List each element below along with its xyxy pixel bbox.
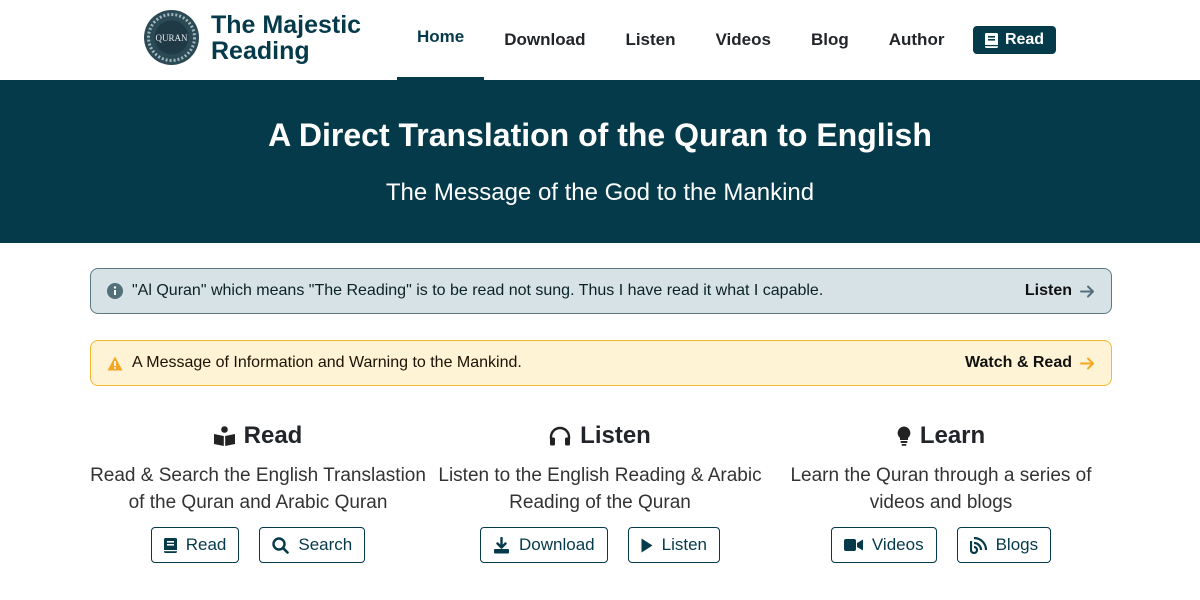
- nav-author[interactable]: Author: [869, 0, 965, 80]
- book-icon: [163, 537, 177, 553]
- feature-read-description: Read & Search the English Translastion o…: [90, 465, 426, 513]
- warning-icon: [107, 356, 123, 371]
- brand-name-line1: The Majestic: [211, 10, 362, 39]
- info-icon: [107, 283, 123, 299]
- book-icon: [984, 32, 998, 48]
- brand-link[interactable]: QURAN The Majestic Reading: [144, 10, 361, 65]
- feature-learn-label: Learn: [919, 422, 986, 449]
- search-button[interactable]: Search: [259, 527, 366, 563]
- feature-read-buttons: Read Search: [88, 527, 428, 563]
- hero-title: A Direct Translation of the Quran to Eng…: [268, 117, 932, 153]
- nav-home[interactable]: Home: [397, 0, 485, 80]
- read-button[interactable]: Read: [150, 527, 240, 563]
- videos-button[interactable]: Videos: [830, 527, 937, 563]
- feature-listen: Listen Listen to the English Reading & A…: [430, 420, 770, 563]
- navbar: QURAN The Majestic Reading Home Download…: [0, 0, 1200, 80]
- feature-listen-label: Listen: [580, 422, 651, 449]
- read-button-label: Read: [185, 535, 227, 554]
- brand-name: The Majestic Reading: [211, 12, 361, 64]
- feature-read-title: Read: [88, 420, 428, 452]
- logo: QURAN: [144, 10, 199, 65]
- videos-button-label: Videos: [871, 535, 924, 554]
- warning-alert-link[interactable]: Watch & Read: [965, 354, 1095, 372]
- info-alert: "Al Quran" which means "The Reading" is …: [90, 268, 1112, 314]
- feature-learn-title: Learn: [771, 420, 1111, 452]
- blog-icon: [969, 536, 987, 554]
- book-reader-icon: [213, 426, 235, 446]
- nav-videos[interactable]: Videos: [696, 0, 791, 80]
- nav-read-button[interactable]: Read: [973, 26, 1056, 54]
- hero-banner: A Direct Translation of the Quran to Eng…: [0, 80, 1200, 243]
- info-alert-text: "Al Quran" which means "The Reading" is …: [132, 282, 824, 299]
- lightbulb-icon: [897, 426, 911, 446]
- warning-alert-text: A Message of Information and Warning to …: [132, 354, 522, 371]
- info-alert-link-label: Listen: [1024, 282, 1072, 299]
- warning-alert: A Message of Information and Warning to …: [90, 340, 1112, 386]
- download-button[interactable]: Download: [480, 527, 608, 563]
- nav-blog[interactable]: Blog: [791, 0, 869, 80]
- nav-read-label: Read: [1004, 31, 1045, 48]
- download-icon: [493, 536, 510, 554]
- arrow-right-icon: [1080, 357, 1095, 370]
- blogs-button[interactable]: Blogs: [956, 527, 1052, 563]
- search-button-label: Search: [298, 535, 353, 554]
- play-icon: [641, 538, 653, 553]
- warning-alert-link-label: Watch & Read: [965, 354, 1072, 371]
- video-camera-icon: [843, 538, 863, 552]
- feature-learn: Learn Learn the Quran through a series o…: [771, 420, 1111, 563]
- feature-read-label: Read: [243, 422, 303, 449]
- listen-button-label: Listen: [661, 535, 707, 554]
- search-icon: [272, 536, 290, 554]
- info-alert-link[interactable]: Listen: [1025, 282, 1095, 300]
- nav-listen[interactable]: Listen: [605, 0, 695, 80]
- nav-download[interactable]: Download: [484, 0, 605, 80]
- download-button-label: Download: [519, 535, 595, 554]
- feature-listen-buttons: Download Listen: [430, 527, 770, 563]
- feature-listen-description: Listen to the English Reading & Arabic R…: [438, 465, 762, 513]
- brand-name-line2: Reading: [211, 36, 310, 65]
- feature-read: Read Read & Search the English Translast…: [88, 420, 428, 563]
- blogs-button-label: Blogs: [995, 535, 1039, 554]
- feature-listen-title: Listen: [430, 420, 770, 452]
- logo-text: QURAN: [155, 33, 188, 43]
- listen-button[interactable]: Listen: [627, 527, 720, 563]
- headphones-icon: [549, 426, 571, 446]
- feature-learn-description: Learn the Quran through a series of vide…: [790, 465, 1092, 513]
- feature-learn-buttons: Videos Blogs: [771, 527, 1111, 563]
- main-nav: Home Download Listen Videos Blog Author: [397, 0, 964, 80]
- arrow-right-icon: [1080, 285, 1095, 298]
- hero-subtitle: The Message of the God to the Mankind: [385, 179, 815, 206]
